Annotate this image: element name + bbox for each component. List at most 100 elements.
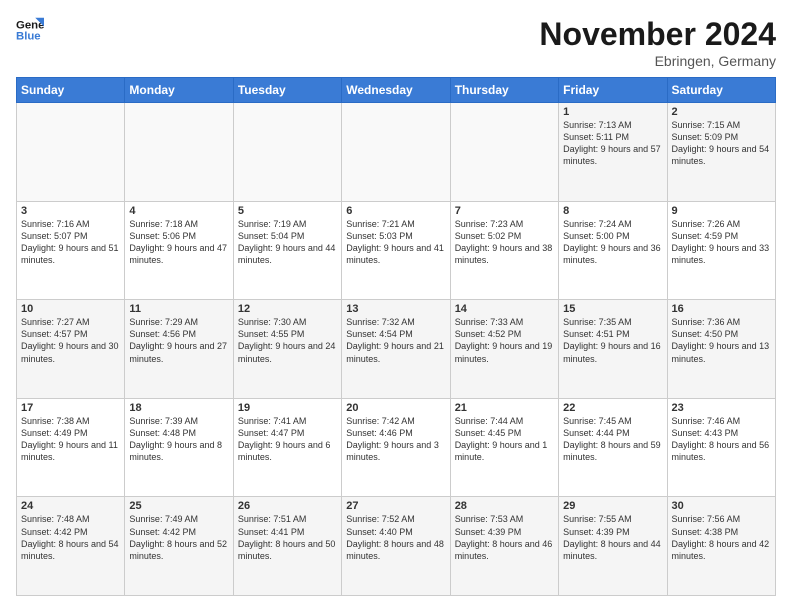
col-sunday: Sunday <box>17 78 125 103</box>
table-row: 16Sunrise: 7:36 AM Sunset: 4:50 PM Dayli… <box>667 300 775 399</box>
table-row: 7Sunrise: 7:23 AM Sunset: 5:02 PM Daylig… <box>450 201 558 300</box>
col-tuesday: Tuesday <box>233 78 341 103</box>
day-info: Sunrise: 7:46 AM Sunset: 4:43 PM Dayligh… <box>672 415 771 464</box>
col-wednesday: Wednesday <box>342 78 450 103</box>
table-row: 29Sunrise: 7:55 AM Sunset: 4:39 PM Dayli… <box>559 497 667 596</box>
week-row-2: 10Sunrise: 7:27 AM Sunset: 4:57 PM Dayli… <box>17 300 776 399</box>
week-row-1: 3Sunrise: 7:16 AM Sunset: 5:07 PM Daylig… <box>17 201 776 300</box>
day-info: Sunrise: 7:13 AM Sunset: 5:11 PM Dayligh… <box>563 119 662 168</box>
page: General Blue November 2024 Ebringen, Ger… <box>0 0 792 612</box>
day-info: Sunrise: 7:23 AM Sunset: 5:02 PM Dayligh… <box>455 218 554 267</box>
week-row-3: 17Sunrise: 7:38 AM Sunset: 4:49 PM Dayli… <box>17 398 776 497</box>
table-row: 25Sunrise: 7:49 AM Sunset: 4:42 PM Dayli… <box>125 497 233 596</box>
table-row: 18Sunrise: 7:39 AM Sunset: 4:48 PM Dayli… <box>125 398 233 497</box>
day-number: 24 <box>21 500 120 512</box>
day-number: 19 <box>238 402 337 414</box>
table-row: 1Sunrise: 7:13 AM Sunset: 5:11 PM Daylig… <box>559 103 667 202</box>
day-number: 17 <box>21 402 120 414</box>
table-row: 8Sunrise: 7:24 AM Sunset: 5:00 PM Daylig… <box>559 201 667 300</box>
table-row: 12Sunrise: 7:30 AM Sunset: 4:55 PM Dayli… <box>233 300 341 399</box>
day-number: 16 <box>672 303 771 315</box>
day-info: Sunrise: 7:21 AM Sunset: 5:03 PM Dayligh… <box>346 218 445 267</box>
day-info: Sunrise: 7:42 AM Sunset: 4:46 PM Dayligh… <box>346 415 445 464</box>
table-row: 6Sunrise: 7:21 AM Sunset: 5:03 PM Daylig… <box>342 201 450 300</box>
day-info: Sunrise: 7:19 AM Sunset: 5:04 PM Dayligh… <box>238 218 337 267</box>
day-info: Sunrise: 7:15 AM Sunset: 5:09 PM Dayligh… <box>672 119 771 168</box>
day-number: 18 <box>129 402 228 414</box>
col-saturday: Saturday <box>667 78 775 103</box>
day-info: Sunrise: 7:32 AM Sunset: 4:54 PM Dayligh… <box>346 316 445 365</box>
day-info: Sunrise: 7:53 AM Sunset: 4:39 PM Dayligh… <box>455 513 554 562</box>
table-row <box>450 103 558 202</box>
day-info: Sunrise: 7:56 AM Sunset: 4:38 PM Dayligh… <box>672 513 771 562</box>
day-number: 29 <box>563 500 662 512</box>
day-info: Sunrise: 7:44 AM Sunset: 4:45 PM Dayligh… <box>455 415 554 464</box>
month-title: November 2024 <box>539 16 776 53</box>
day-number: 14 <box>455 303 554 315</box>
table-row: 14Sunrise: 7:33 AM Sunset: 4:52 PM Dayli… <box>450 300 558 399</box>
day-number: 23 <box>672 402 771 414</box>
title-block: November 2024 Ebringen, Germany <box>539 16 776 69</box>
col-monday: Monday <box>125 78 233 103</box>
day-number: 25 <box>129 500 228 512</box>
table-row: 9Sunrise: 7:26 AM Sunset: 4:59 PM Daylig… <box>667 201 775 300</box>
day-number: 13 <box>346 303 445 315</box>
day-number: 12 <box>238 303 337 315</box>
day-info: Sunrise: 7:49 AM Sunset: 4:42 PM Dayligh… <box>129 513 228 562</box>
day-number: 11 <box>129 303 228 315</box>
day-number: 6 <box>346 205 445 217</box>
table-row: 22Sunrise: 7:45 AM Sunset: 4:44 PM Dayli… <box>559 398 667 497</box>
table-row: 23Sunrise: 7:46 AM Sunset: 4:43 PM Dayli… <box>667 398 775 497</box>
day-number: 2 <box>672 106 771 118</box>
table-row: 19Sunrise: 7:41 AM Sunset: 4:47 PM Dayli… <box>233 398 341 497</box>
day-number: 7 <box>455 205 554 217</box>
table-row: 10Sunrise: 7:27 AM Sunset: 4:57 PM Dayli… <box>17 300 125 399</box>
table-row <box>17 103 125 202</box>
day-number: 15 <box>563 303 662 315</box>
col-friday: Friday <box>559 78 667 103</box>
table-row: 21Sunrise: 7:44 AM Sunset: 4:45 PM Dayli… <box>450 398 558 497</box>
day-info: Sunrise: 7:33 AM Sunset: 4:52 PM Dayligh… <box>455 316 554 365</box>
day-number: 3 <box>21 205 120 217</box>
table-row: 30Sunrise: 7:56 AM Sunset: 4:38 PM Dayli… <box>667 497 775 596</box>
logo-icon: General Blue <box>16 16 44 44</box>
day-info: Sunrise: 7:18 AM Sunset: 5:06 PM Dayligh… <box>129 218 228 267</box>
day-number: 4 <box>129 205 228 217</box>
day-info: Sunrise: 7:39 AM Sunset: 4:48 PM Dayligh… <box>129 415 228 464</box>
day-info: Sunrise: 7:41 AM Sunset: 4:47 PM Dayligh… <box>238 415 337 464</box>
day-info: Sunrise: 7:26 AM Sunset: 4:59 PM Dayligh… <box>672 218 771 267</box>
calendar-header-row: Sunday Monday Tuesday Wednesday Thursday… <box>17 78 776 103</box>
day-number: 30 <box>672 500 771 512</box>
table-row <box>342 103 450 202</box>
header: General Blue November 2024 Ebringen, Ger… <box>16 16 776 69</box>
day-number: 26 <box>238 500 337 512</box>
table-row: 27Sunrise: 7:52 AM Sunset: 4:40 PM Dayli… <box>342 497 450 596</box>
logo: General Blue <box>16 16 44 44</box>
day-info: Sunrise: 7:36 AM Sunset: 4:50 PM Dayligh… <box>672 316 771 365</box>
day-info: Sunrise: 7:16 AM Sunset: 5:07 PM Dayligh… <box>21 218 120 267</box>
svg-text:Blue: Blue <box>16 31 41 43</box>
day-info: Sunrise: 7:29 AM Sunset: 4:56 PM Dayligh… <box>129 316 228 365</box>
table-row: 17Sunrise: 7:38 AM Sunset: 4:49 PM Dayli… <box>17 398 125 497</box>
day-info: Sunrise: 7:55 AM Sunset: 4:39 PM Dayligh… <box>563 513 662 562</box>
day-info: Sunrise: 7:27 AM Sunset: 4:57 PM Dayligh… <box>21 316 120 365</box>
table-row: 5Sunrise: 7:19 AM Sunset: 5:04 PM Daylig… <box>233 201 341 300</box>
table-row: 26Sunrise: 7:51 AM Sunset: 4:41 PM Dayli… <box>233 497 341 596</box>
day-number: 5 <box>238 205 337 217</box>
day-info: Sunrise: 7:30 AM Sunset: 4:55 PM Dayligh… <box>238 316 337 365</box>
location: Ebringen, Germany <box>539 53 776 69</box>
day-info: Sunrise: 7:52 AM Sunset: 4:40 PM Dayligh… <box>346 513 445 562</box>
table-row: 2Sunrise: 7:15 AM Sunset: 5:09 PM Daylig… <box>667 103 775 202</box>
col-thursday: Thursday <box>450 78 558 103</box>
table-row: 13Sunrise: 7:32 AM Sunset: 4:54 PM Dayli… <box>342 300 450 399</box>
week-row-4: 24Sunrise: 7:48 AM Sunset: 4:42 PM Dayli… <box>17 497 776 596</box>
day-info: Sunrise: 7:48 AM Sunset: 4:42 PM Dayligh… <box>21 513 120 562</box>
table-row: 3Sunrise: 7:16 AM Sunset: 5:07 PM Daylig… <box>17 201 125 300</box>
table-row <box>125 103 233 202</box>
table-row: 4Sunrise: 7:18 AM Sunset: 5:06 PM Daylig… <box>125 201 233 300</box>
day-info: Sunrise: 7:45 AM Sunset: 4:44 PM Dayligh… <box>563 415 662 464</box>
day-info: Sunrise: 7:35 AM Sunset: 4:51 PM Dayligh… <box>563 316 662 365</box>
table-row: 24Sunrise: 7:48 AM Sunset: 4:42 PM Dayli… <box>17 497 125 596</box>
day-number: 8 <box>563 205 662 217</box>
day-number: 22 <box>563 402 662 414</box>
